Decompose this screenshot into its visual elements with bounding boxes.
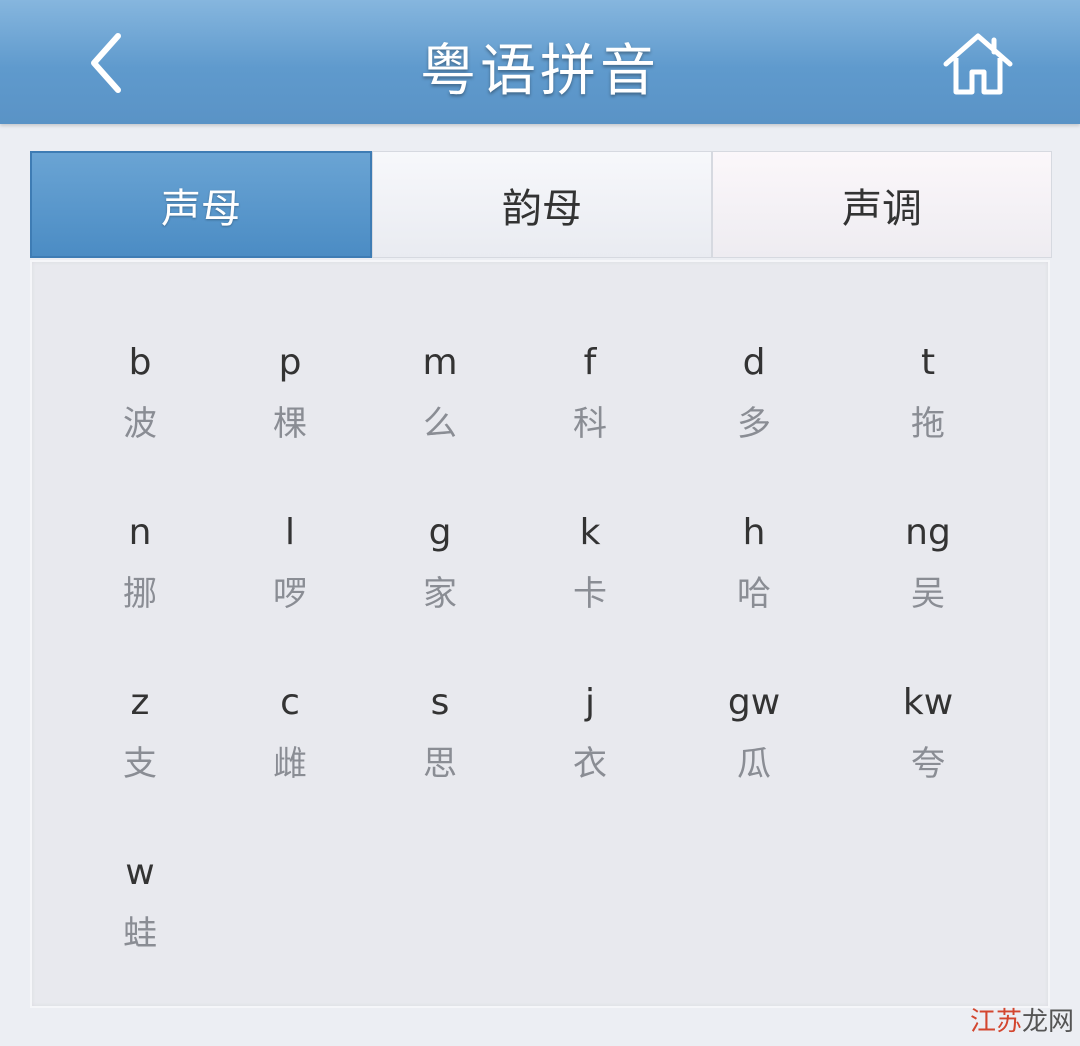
- home-icon: [943, 33, 1013, 95]
- initial-example-character: 哈: [737, 574, 771, 614]
- initial-latin: b: [128, 342, 152, 383]
- tab-tones[interactable]: 声调: [712, 151, 1052, 258]
- initial-example-character: 么: [423, 404, 457, 444]
- initial-latin: m: [422, 342, 458, 383]
- initial-cell[interactable]: m么: [380, 340, 500, 444]
- initial-example-character: 瓜: [737, 744, 771, 784]
- initial-example-character: 支: [123, 744, 157, 784]
- initial-latin: t: [920, 342, 936, 383]
- initial-example-character: 波: [123, 404, 157, 444]
- initial-cell[interactable]: z支: [80, 680, 200, 784]
- initial-latin: k: [579, 512, 601, 553]
- initial-example-character: 棵: [273, 404, 307, 444]
- initial-cell[interactable]: gw 瓜: [694, 680, 814, 784]
- app-header: 粤语拼音: [0, 0, 1080, 124]
- initial-latin: n: [128, 512, 152, 553]
- initial-latin: f: [583, 342, 597, 383]
- initial-example-character: 思: [423, 744, 457, 784]
- initial-latin: c: [280, 682, 300, 723]
- initial-example-character: 卡: [573, 574, 607, 614]
- initial-latin: j: [584, 682, 595, 723]
- initial-example-character: 雌: [273, 744, 307, 784]
- initial-example-character: 吴: [911, 574, 945, 614]
- initial-cell[interactable]: w蛙: [80, 850, 200, 954]
- initial-cell[interactable]: n挪: [80, 510, 200, 614]
- tab-initials[interactable]: 声母: [30, 151, 372, 258]
- tab-finals[interactable]: 韵母: [372, 151, 712, 258]
- initial-cell[interactable]: c雌: [230, 680, 350, 784]
- initial-latin: p: [278, 342, 302, 383]
- initial-cell[interactable]: l啰: [230, 510, 350, 614]
- initial-latin: ng: [905, 512, 951, 553]
- initial-cell[interactable]: j衣: [530, 680, 650, 784]
- initial-cell[interactable]: b波: [80, 340, 200, 444]
- tab-bar: 声母 韵母 声调: [30, 151, 1052, 258]
- initial-cell[interactable]: ng 吴: [868, 510, 988, 614]
- initial-example-character: 衣: [573, 744, 607, 784]
- initial-latin: d: [742, 342, 766, 383]
- initial-latin: l: [284, 512, 295, 553]
- initial-latin: w: [125, 852, 155, 893]
- initial-cell[interactable]: k卡: [530, 510, 650, 614]
- initial-example-character: 科: [573, 404, 607, 444]
- initial-cell[interactable]: g家: [380, 510, 500, 614]
- initial-cell[interactable]: d多: [694, 340, 814, 444]
- initial-latin: z: [130, 682, 150, 723]
- initial-example-character: 家: [423, 574, 457, 614]
- watermark: 江苏龙网: [970, 1001, 1074, 1038]
- watermark-part1: 江苏: [969, 1007, 1022, 1037]
- initial-example-character: 啰: [273, 574, 307, 614]
- initial-latin: kw: [902, 682, 954, 723]
- initial-example-character: 拖: [911, 404, 945, 444]
- initial-cell[interactable]: f科: [530, 340, 650, 444]
- home-button[interactable]: [938, 28, 1018, 100]
- page-title: 粤语拼音: [420, 39, 660, 104]
- initial-latin: g: [428, 512, 452, 553]
- initial-example-character: 蛙: [123, 914, 157, 954]
- initial-example-character: 夸: [911, 744, 945, 784]
- initial-latin: gw: [727, 682, 781, 723]
- initial-cell[interactable]: kw 夸: [868, 680, 988, 784]
- initial-latin: h: [742, 512, 766, 553]
- initial-cell[interactable]: p棵: [230, 340, 350, 444]
- initial-example-character: 多: [737, 404, 771, 444]
- initial-cell[interactable]: s思: [380, 680, 500, 784]
- initial-latin: s: [430, 682, 450, 723]
- initial-cell[interactable]: t拖: [868, 340, 988, 444]
- initial-example-character: 挪: [123, 574, 157, 614]
- initial-cell[interactable]: h哈: [694, 510, 814, 614]
- watermark-part2: 龙网: [1021, 1007, 1074, 1037]
